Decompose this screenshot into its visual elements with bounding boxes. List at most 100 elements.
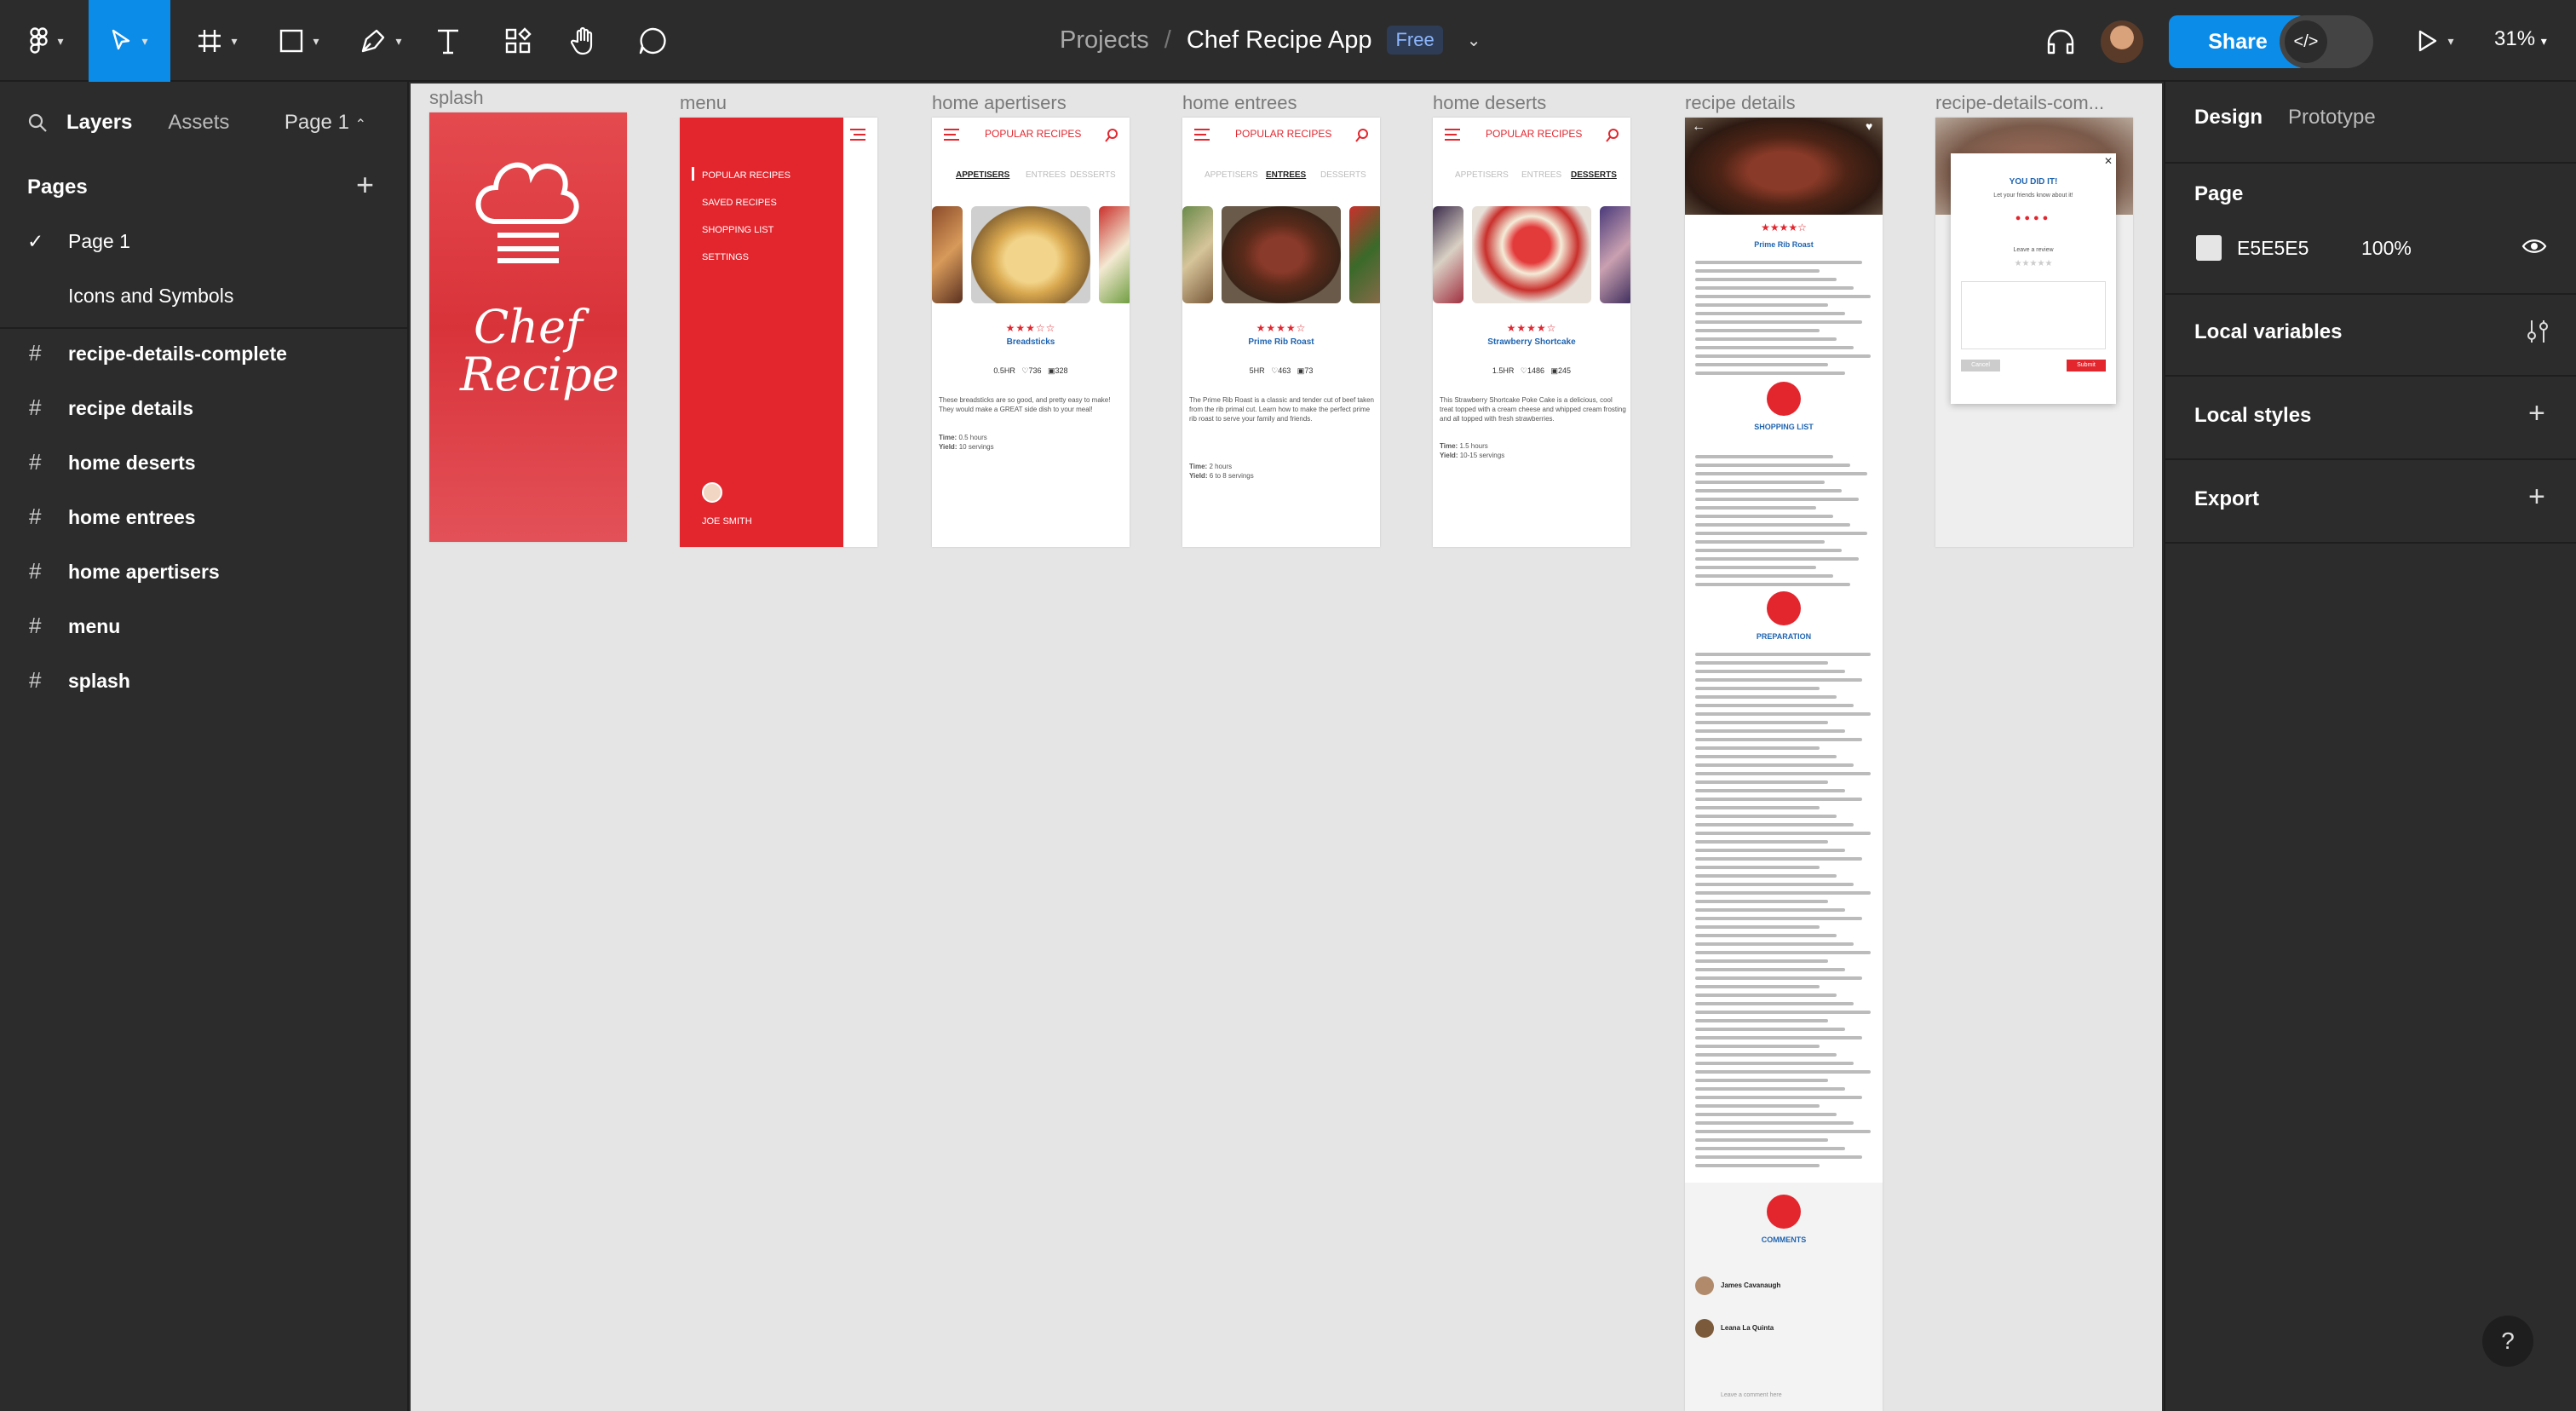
frame-tool-button[interactable]: ▾: [187, 0, 247, 82]
frame-home-entrees[interactable]: POPULAR RECIPES APPETISERS ENTREES DESSE…: [1182, 118, 1380, 547]
text-line: [1695, 583, 1850, 586]
tab-layers[interactable]: Layers: [66, 111, 132, 135]
comment-tool-button[interactable]: [635, 0, 670, 82]
text-line: [1695, 746, 1820, 750]
frame-label-home-entrees[interactable]: home entrees: [1182, 92, 1387, 114]
app-title: POPULAR RECIPES: [1486, 128, 1583, 140]
add-page-button[interactable]: +: [356, 167, 374, 203]
dev-mode-toggle[interactable]: </>: [2280, 15, 2373, 68]
pen-tool-button[interactable]: ▾: [349, 0, 412, 82]
file-menu-chevron-icon[interactable]: ⌄: [1467, 30, 1481, 51]
frame-menu[interactable]: POPULAR RECIPES SAVED RECIPES SHOPPING L…: [680, 118, 877, 547]
eye-icon[interactable]: [2521, 233, 2547, 259]
frame-label-splash[interactable]: splash: [429, 87, 634, 109]
text-line: [1695, 806, 1820, 809]
frame-splash[interactable]: Chef Recipe: [429, 112, 627, 542]
page-color-swatch[interactable]: [2196, 235, 2222, 261]
text-line: [1695, 789, 1845, 792]
frame-label-recipe-details-complete[interactable]: recipe-details-com...: [1935, 92, 2140, 114]
page-item-icons-and-symbols[interactable]: Icons and Symbols: [68, 285, 233, 308]
local-styles-row[interactable]: Local styles +: [2194, 397, 2549, 429]
chevron-down-icon: ▾: [57, 33, 64, 48]
recipe-stats: 1.5HR ♡1486 ▣245: [1492, 366, 1572, 375]
help-button[interactable]: ?: [2482, 1316, 2533, 1367]
breadcrumb-projects[interactable]: Projects: [1060, 26, 1149, 55]
food-image-next: [1099, 206, 1130, 303]
layer-menu[interactable]: # menu: [29, 613, 120, 638]
present-button[interactable]: ▾: [2406, 0, 2465, 82]
canvas[interactable]: splash Chef Recipe menu POPULAR RECIPES …: [411, 84, 2162, 1411]
search-icon[interactable]: [27, 112, 48, 133]
search-icon: [1355, 129, 1368, 142]
resources-icon: [505, 27, 532, 54]
toolbar: ▾ ▾ ▾ ▾ ▾ Projects / Chef Recipe App Fre…: [0, 0, 2576, 82]
text-line: [1695, 712, 1871, 716]
text-line: [1695, 959, 1828, 963]
comments-stat: 73: [1304, 366, 1314, 375]
rating-stars: ★★★★☆: [1506, 322, 1557, 334]
likes-stat: 1486: [1527, 366, 1545, 375]
frame-label-home-apertisers[interactable]: home apertisers: [932, 92, 1136, 114]
recipe-name: Prime Rib Roast: [1248, 337, 1314, 347]
page-color-hex[interactable]: E5E5E5: [2237, 237, 2309, 260]
food-image-prev: [1433, 206, 1463, 303]
page-item-label: Page 1: [68, 230, 130, 252]
avatar[interactable]: [2101, 20, 2143, 63]
frame-icon: #: [29, 449, 42, 475]
layer-label: home deserts: [68, 452, 196, 474]
frame-home-deserts[interactable]: POPULAR RECIPES APPETISERS ENTREES DESSE…: [1433, 118, 1630, 547]
commenter-name: Leana La Quinta: [1721, 1324, 1774, 1332]
user-avatar: [702, 482, 722, 503]
layer-recipe-details[interactable]: # recipe details: [29, 395, 193, 420]
text-line: [1695, 549, 1842, 552]
text-line: [1695, 540, 1825, 544]
shopping-bag-icon: [1767, 382, 1801, 416]
page-opacity[interactable]: 100%: [2361, 237, 2412, 260]
shape-tool-button[interactable]: ▾: [269, 0, 329, 82]
tab-design[interactable]: Design: [2194, 106, 2263, 130]
frame-home-apertisers[interactable]: POPULAR RECIPES APPETISERS ENTREES DESSE…: [932, 118, 1130, 547]
food-image-prev: [1182, 206, 1213, 303]
likes-stat: 463: [1278, 366, 1291, 375]
rating-stars: ★★★★☆: [1761, 222, 1807, 233]
frame-label-recipe-details[interactable]: recipe details: [1685, 92, 1889, 114]
plan-badge[interactable]: Free: [1387, 26, 1443, 55]
export-row[interactable]: Export +: [2194, 481, 2549, 513]
layer-home-deserts[interactable]: # home deserts: [29, 449, 196, 475]
right-panel: Design Prototype Page E5E5E5 100% Local …: [2164, 82, 2576, 1411]
hand-tool-icon: [571, 26, 593, 55]
layer-home-apertisers[interactable]: # home apertisers: [29, 558, 220, 584]
hand-tool-button[interactable]: [567, 0, 601, 82]
layer-splash[interactable]: # splash: [29, 667, 130, 693]
category-tabs: APPETISERS ENTREES DESSERTS: [1182, 170, 1380, 187]
text-tool-button[interactable]: [431, 0, 465, 82]
layer-recipe-details-complete[interactable]: # recipe-details-complete: [29, 340, 287, 366]
frame-label-menu[interactable]: menu: [680, 92, 884, 114]
review-stars: ★★★★★: [2014, 259, 2053, 268]
page-item-page-1[interactable]: ✓ Page 1: [27, 230, 130, 253]
text-line: [1695, 900, 1828, 903]
frame-label-home-deserts[interactable]: home deserts: [1433, 92, 1637, 114]
frame-recipe-details[interactable]: ← ♥ ★★★★☆ Prime Rib Roast SHOPPING LIST …: [1685, 118, 1883, 1411]
layer-home-entrees[interactable]: # home entrees: [29, 504, 196, 529]
variables-settings-icon[interactable]: [2527, 319, 2549, 344]
text-line: [1695, 286, 1854, 290]
tab-prototype[interactable]: Prototype: [2288, 106, 2376, 130]
page-selector[interactable]: Page 1 ⌃: [285, 111, 366, 135]
splash-logo-text: Chef Recipe: [460, 300, 619, 401]
text-line: [1695, 798, 1862, 801]
zoom-level[interactable]: 31% ▾: [2494, 27, 2547, 51]
move-tool-button[interactable]: ▾: [89, 0, 170, 82]
audio-button[interactable]: [2039, 0, 2082, 82]
hero-image: [1685, 118, 1883, 215]
main-menu-button[interactable]: ▾: [17, 0, 77, 82]
file-name[interactable]: Chef Recipe App: [1187, 26, 1372, 55]
frame-recipe-details-complete[interactable]: ✕ YOU DID IT! Let your friends know abou…: [1935, 118, 2133, 547]
tab-assets[interactable]: Assets: [168, 111, 229, 135]
comment-input: Leave a comment here: [1721, 1392, 1782, 1398]
text-line: [1695, 951, 1871, 954]
resources-button[interactable]: [501, 0, 535, 82]
local-variables-row[interactable]: Local variables: [2194, 320, 2549, 344]
text-line: [1695, 1130, 1871, 1133]
app-title: POPULAR RECIPES: [985, 128, 1082, 140]
